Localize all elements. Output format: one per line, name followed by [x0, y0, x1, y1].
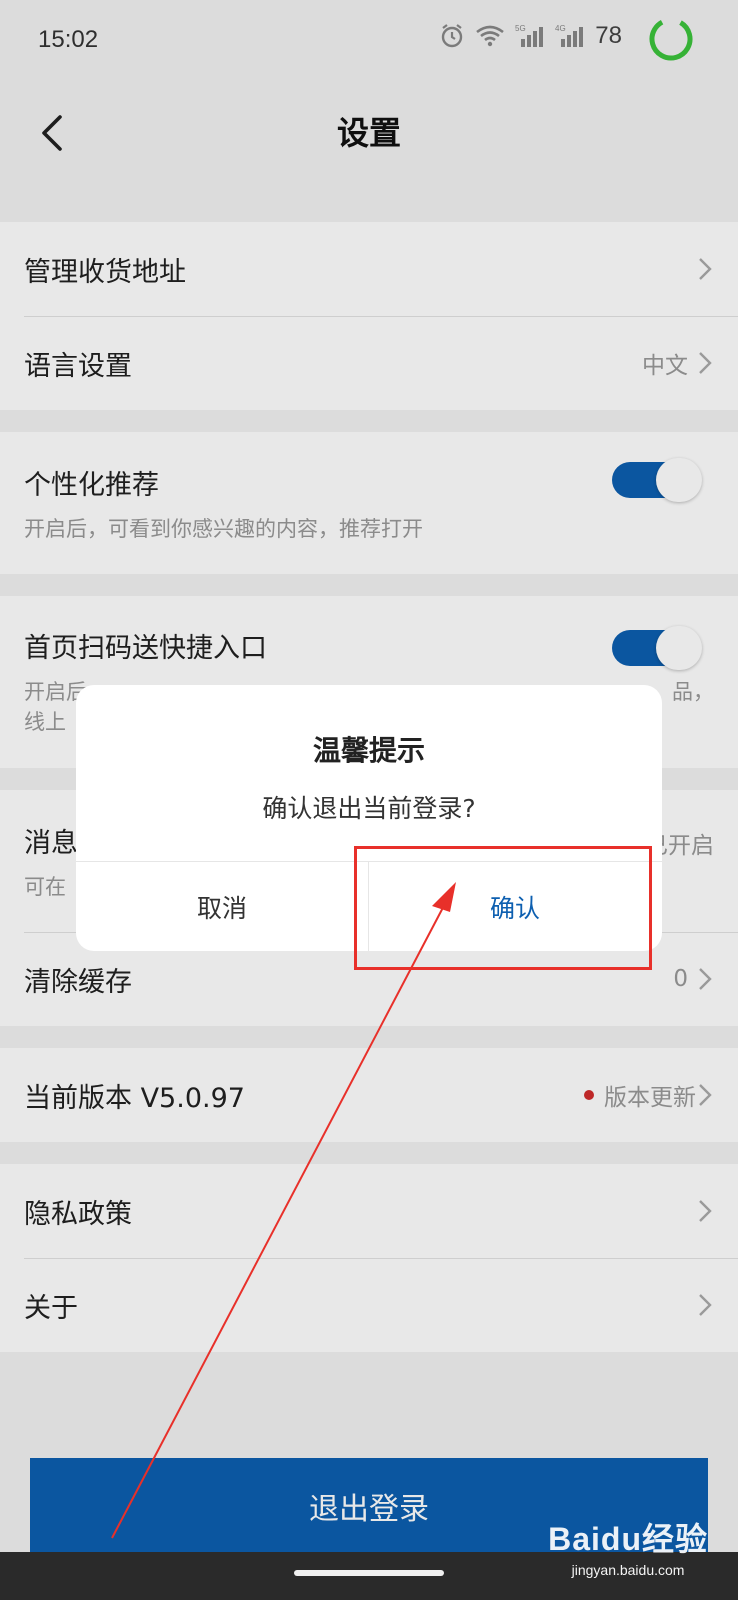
home-indicator[interactable]	[294, 1570, 444, 1576]
annotation-highlight-box	[354, 846, 652, 970]
watermark-url: jingyan.baidu.com	[571, 1562, 685, 1578]
watermark-logo: Baidu经验	[548, 1521, 708, 1557]
dialog-title: 温馨提示	[312, 734, 425, 767]
baidu-watermark: Baidu经验 jingyan.baidu.com	[548, 1514, 708, 1578]
dialog-message: 确认退出当前登录?	[262, 794, 476, 823]
dialog-cancel-button[interactable]: 取消	[76, 862, 368, 951]
